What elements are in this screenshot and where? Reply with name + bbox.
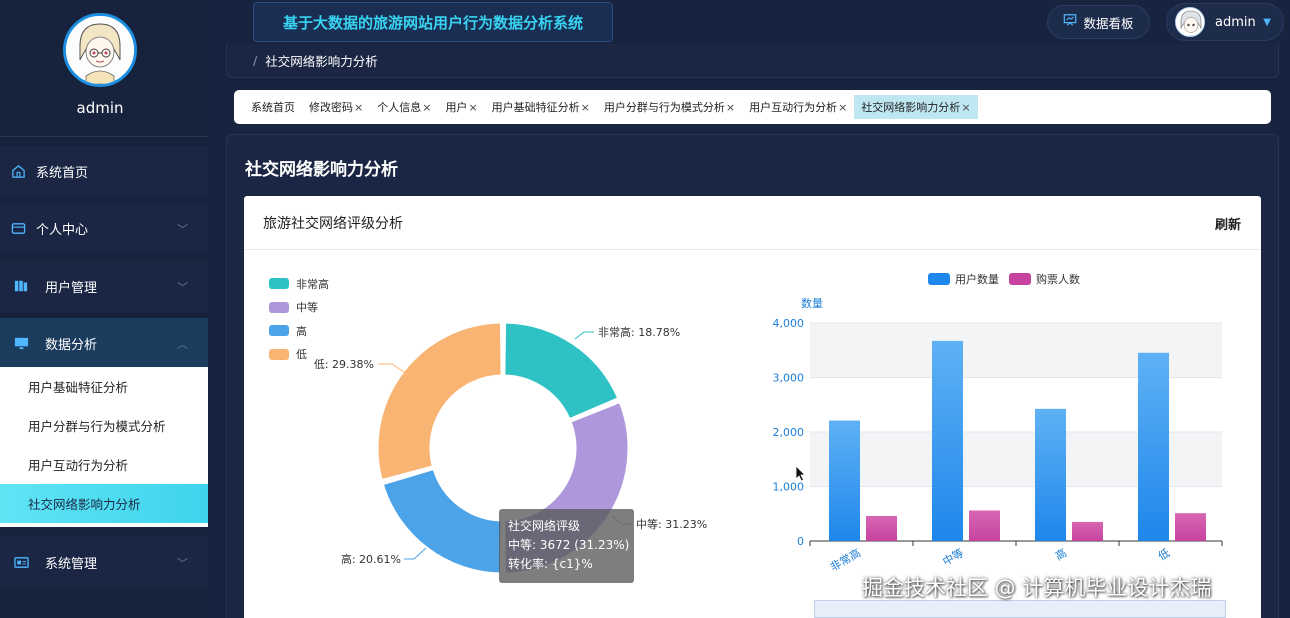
x-tick-label: 低 xyxy=(1156,546,1172,563)
mouse-cursor-icon xyxy=(795,465,806,482)
y-tick-label: 3,000 xyxy=(773,372,805,385)
bar-users[interactable] xyxy=(1035,408,1066,541)
y-axis-label: 数量 xyxy=(801,297,823,310)
chart-tooltip: 社交网络评级 中等: 3672 (31.23%) 转化率: {c1}% xyxy=(499,509,634,583)
bar-buyers[interactable] xyxy=(969,510,1000,541)
tooltip-line: 转化率: {c1}% xyxy=(508,557,593,571)
bar-users[interactable] xyxy=(1138,352,1169,541)
bar-chart[interactable]: 01,0002,0003,0004,000数量非常高 中等高低 xyxy=(0,0,1290,618)
x-tick-label: 非常高 xyxy=(827,545,863,574)
x-tick-label: 中等 xyxy=(940,545,966,568)
bar-users[interactable] xyxy=(829,420,860,541)
y-tick-label: 2,000 xyxy=(773,426,805,439)
tooltip-line: 中等: 3672 (31.23%) xyxy=(508,538,630,552)
y-tick-label: 4,000 xyxy=(773,317,805,330)
x-tick-label: 高 xyxy=(1052,545,1069,563)
y-tick-label: 0 xyxy=(797,535,804,548)
bar-buyers[interactable] xyxy=(1072,521,1103,541)
bar-users[interactable] xyxy=(932,340,963,541)
bar-buyers[interactable] xyxy=(1175,513,1206,541)
tooltip-title: 社交网络评级 xyxy=(508,519,581,533)
bar-buyers[interactable] xyxy=(866,515,897,541)
watermark: 掘金技术社区 @ 计算机毕业设计杰瑞 xyxy=(862,576,1212,600)
datazoom-slider[interactable] xyxy=(814,600,1226,618)
